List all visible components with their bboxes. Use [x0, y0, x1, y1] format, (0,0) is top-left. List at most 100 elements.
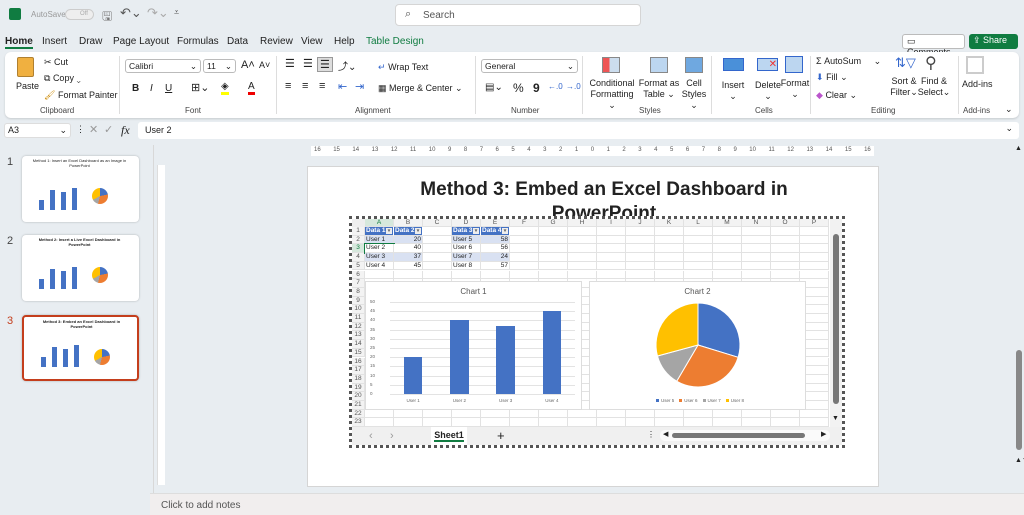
table-header[interactable]: Data 3 ▾	[452, 227, 481, 236]
search-box[interactable]: ⌕ Search	[395, 4, 641, 26]
cell[interactable]	[568, 244, 597, 254]
row-header[interactable]: 21	[352, 401, 365, 410]
cell[interactable]	[394, 409, 423, 419]
filter-dropdown-icon[interactable]: ▾	[386, 228, 392, 234]
cell[interactable]	[510, 270, 539, 280]
increase-indent-icon[interactable]: ⇥	[355, 80, 364, 93]
row-header[interactable]: 16	[352, 357, 365, 367]
cell[interactable]	[655, 270, 684, 280]
cell[interactable]	[626, 253, 655, 262]
cell[interactable]	[713, 244, 742, 254]
scroll-thumb[interactable]	[833, 234, 839, 404]
align-bottom-icon[interactable]: ☰	[317, 57, 333, 72]
column-header[interactable]: F	[510, 219, 539, 227]
cell[interactable]	[626, 261, 655, 271]
fill-color-icon[interactable]: ◈	[221, 81, 229, 95]
formula-input[interactable]: User 2 ⌄	[138, 122, 1019, 139]
cell[interactable]	[742, 244, 771, 254]
cell[interactable]	[800, 235, 829, 245]
cell[interactable]	[713, 270, 742, 280]
bar-user-1[interactable]	[403, 357, 423, 394]
wrap-text-button[interactable]: ↵ Wrap Text	[378, 62, 428, 73]
table-cell[interactable]: 45	[394, 261, 423, 271]
chart-1[interactable]: Chart 1 0 5 10 15 20 25 30 35 40 45 50 User 1 User 2 U…	[365, 281, 582, 410]
cell[interactable]	[684, 244, 713, 254]
column-header[interactable]: O	[771, 219, 800, 227]
column-header[interactable]: G	[539, 219, 568, 227]
table-cell[interactable]: User 2	[364, 243, 395, 255]
cell[interactable]	[510, 227, 539, 236]
cell[interactable]	[423, 270, 452, 280]
cell[interactable]	[684, 261, 713, 271]
cell[interactable]	[655, 235, 684, 245]
cell[interactable]	[539, 253, 568, 262]
cell[interactable]	[771, 270, 800, 280]
cell[interactable]	[684, 235, 713, 245]
row-header[interactable]: 7	[352, 279, 365, 288]
slide-thumbnail-2[interactable]: Method 2: Insert a Live Excel Dashboard …	[22, 235, 139, 301]
cell[interactable]	[539, 244, 568, 254]
embedded-excel-object[interactable]: A B C D E F G H I J K L M N O P 1 2 3 4 5 6 7 8 9 10 11 12 13 14 15 16 1…	[349, 216, 845, 448]
select-all-corner[interactable]	[352, 219, 365, 227]
table-cell[interactable]: User 8	[452, 261, 481, 271]
cell[interactable]	[365, 409, 394, 419]
format-cells-button[interactable]: Format ⌄	[779, 78, 811, 100]
cell[interactable]	[742, 270, 771, 280]
cell[interactable]	[626, 244, 655, 254]
save-icon[interactable]: 🖫	[102, 7, 112, 28]
notes-pane[interactable]: Click to add notes	[150, 493, 1024, 515]
cell[interactable]	[713, 253, 742, 262]
cell[interactable]	[452, 418, 481, 428]
cell[interactable]	[539, 270, 568, 280]
tab-view[interactable]: View	[301, 36, 323, 47]
slide-thumbnail-3[interactable]: Method 3: Embed an Excel Dashboard in Po…	[22, 315, 139, 381]
cell[interactable]	[481, 418, 510, 428]
row-header[interactable]: 1	[352, 227, 365, 236]
cell[interactable]	[800, 244, 829, 254]
cell[interactable]	[365, 270, 394, 280]
name-box[interactable]: A3 ⌄	[4, 123, 71, 138]
row-header[interactable]: 23	[352, 418, 365, 428]
scroll-left-icon[interactable]: ◀	[663, 430, 668, 438]
tab-table-design[interactable]: Table Design	[366, 36, 424, 47]
add-sheet-button[interactable]: +	[497, 428, 505, 443]
table-cell[interactable]: 56	[481, 244, 510, 254]
cell[interactable]	[742, 227, 771, 236]
scroll-right-icon[interactable]: ▶	[821, 430, 826, 438]
undo-icon[interactable]: ↶⌄	[120, 5, 142, 21]
row-header[interactable]: 5	[352, 261, 365, 271]
column-header[interactable]: K	[655, 219, 684, 227]
cell[interactable]	[452, 270, 481, 280]
column-header[interactable]: D	[452, 219, 481, 227]
tab-home[interactable]: Home	[5, 36, 33, 49]
align-middle-icon[interactable]: ☰	[303, 57, 313, 70]
filter-dropdown-icon[interactable]: ▾	[502, 228, 508, 234]
row-header[interactable]: 17	[352, 366, 365, 375]
customize-toolbar-icon[interactable]: ⩡	[174, 7, 179, 18]
table-cell[interactable]: User 7	[452, 253, 481, 262]
column-header[interactable]: B	[394, 219, 423, 227]
hscroll-thumb[interactable]	[672, 433, 805, 438]
row-header[interactable]: 3	[352, 244, 365, 254]
tab-review[interactable]: Review	[260, 36, 293, 47]
autosum-button[interactable]: Σ AutoSum ⌄	[816, 56, 881, 67]
cancel-icon[interactable]: ✕	[89, 123, 98, 136]
cell[interactable]	[800, 270, 829, 280]
table-cell[interactable]: 58	[481, 235, 510, 245]
tab-insert[interactable]: Insert	[42, 36, 67, 47]
slide-title[interactable]: Method 3: Embed an Excel Dashboard in Po…	[408, 178, 800, 216]
tab-draw[interactable]: Draw	[79, 36, 102, 47]
cell[interactable]	[510, 409, 539, 419]
cell[interactable]	[771, 418, 800, 428]
cell[interactable]	[800, 253, 829, 262]
filter-dropdown-icon[interactable]: ▾	[415, 228, 421, 234]
cell[interactable]	[423, 253, 452, 262]
insert-cells-button[interactable]: Insert ⌄	[717, 80, 749, 102]
column-header[interactable]: E	[481, 219, 510, 227]
table-cell[interactable]: 37	[394, 253, 423, 262]
row-header[interactable]: 2	[352, 235, 365, 245]
sheet-tab[interactable]: Sheet1	[431, 427, 467, 445]
clear-button[interactable]: ◆ Clear ⌄	[816, 90, 857, 101]
row-header[interactable]: 10	[352, 305, 365, 314]
cell[interactable]	[626, 418, 655, 428]
